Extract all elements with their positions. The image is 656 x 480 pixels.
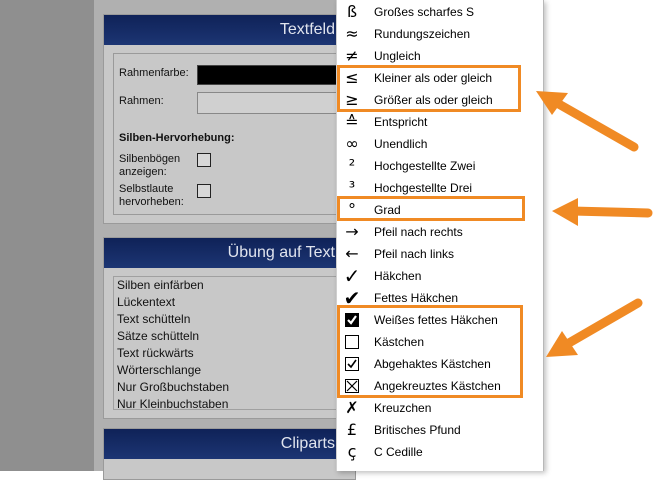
- menu-item-label: Hochgestellte Zwei: [374, 159, 476, 173]
- arrow-left-icon: ←: [345, 244, 359, 263]
- menu-item-label: Ungleich: [374, 49, 421, 63]
- not-equal-icon: ≠: [345, 46, 359, 65]
- infinity-icon: ∞: [345, 134, 359, 153]
- menu-item-entspricht[interactable]: ≙ Entspricht: [337, 111, 543, 133]
- arrow-icon-comparison: [536, 91, 639, 152]
- list-item[interactable]: Text schütteln: [114, 311, 356, 328]
- superscript-two-icon: ²: [348, 156, 356, 175]
- selbstlaute-label-line1: Selbstlaute: [119, 183, 174, 195]
- list-item[interactable]: Text rückwärts: [114, 345, 356, 362]
- list-item[interactable]: Wörterschlange: [114, 362, 356, 379]
- menu-item-label: Kreuzchen: [374, 401, 432, 415]
- selbstlaute-label-line2: hervorheben:: [119, 196, 184, 208]
- rahmenfarbe-label: Rahmenfarbe:: [119, 67, 189, 79]
- menu-item-label: Britisches Pfund: [374, 423, 461, 437]
- cliparts-panel-title: Cliparts: [104, 429, 355, 459]
- menu-item-label: Pfeil nach links: [374, 247, 455, 261]
- arrow-icon-checkboxes: [546, 298, 643, 357]
- list-item[interactable]: Sätze schütteln: [114, 328, 356, 345]
- menu-item-pfeil-nach-links[interactable]: ← Pfeil nach links: [337, 243, 543, 265]
- highlight-box-comparison: [337, 65, 521, 112]
- menu-item-britisches-pfund[interactable]: £ Britisches Pfund: [337, 419, 543, 441]
- arrow-right-icon: →: [345, 222, 359, 241]
- list-item[interactable]: Nur Kleinbuchstaben: [114, 396, 356, 409]
- silbenboegen-label-line2: anzeigen:: [119, 166, 167, 178]
- menu-item-label: Großes scharfes S: [374, 5, 475, 19]
- menu-item-label: Pfeil nach rechts: [374, 225, 463, 239]
- menu-item-kreuzchen[interactable]: ✗ Kreuzchen: [337, 397, 543, 419]
- menu-item-label: Unendlich: [374, 137, 428, 151]
- approx-icon: ≈: [345, 24, 359, 43]
- menu-item-hochgestellte-zwei[interactable]: ² Hochgestellte Zwei: [337, 155, 543, 177]
- textfeld-panel-title: Textfeld: [104, 15, 355, 45]
- sharp-s-icon: ß: [346, 2, 358, 21]
- menu-item-rundungszeichen[interactable]: ≈ Rundungszeichen: [337, 23, 543, 45]
- menu-item-label: Rundungszeichen: [374, 27, 471, 41]
- menu-item-label: Häkchen: [374, 269, 422, 283]
- rahmen-field[interactable]: [197, 92, 359, 114]
- menu-item-label: Entspricht: [374, 115, 428, 129]
- highlight-box-checkboxes: [337, 305, 523, 398]
- textfeld-panel: Textfeld Rahmenfarbe: Rahmen: Silben-Her…: [103, 14, 359, 224]
- uebung-list[interactable]: Silben einfärben Lückentext Text schütte…: [113, 276, 357, 410]
- uebung-panel-title: Übung auf Text: [104, 238, 355, 268]
- silbenboegen-checkbox[interactable]: [197, 153, 211, 167]
- menu-item-c-cedille[interactable]: ç C Cedille: [337, 441, 543, 463]
- rahmen-label: Rahmen:: [119, 95, 164, 107]
- silben-heading: Silben-Hervorhebung:: [119, 132, 235, 144]
- pound-icon: £: [346, 420, 358, 439]
- list-item[interactable]: Nur Großbuchstaben: [114, 379, 356, 396]
- list-item[interactable]: Lückentext: [114, 294, 356, 311]
- uebung-panel: Übung auf Text Silben einfärben Lückente…: [103, 237, 357, 419]
- c-cedilla-icon: ç: [347, 442, 357, 461]
- ballot-x-icon: ✗: [345, 398, 359, 417]
- menu-item-haekchen[interactable]: ✓ Häkchen: [337, 265, 543, 287]
- rahmenfarbe-color-field[interactable]: [197, 65, 359, 85]
- left-dimmed-area: [0, 0, 104, 471]
- arrow-icon-degree: [552, 198, 653, 226]
- menu-item-grosses-scharfes-s[interactable]: ß Großes scharfes S: [337, 1, 543, 23]
- selbstlaute-checkbox[interactable]: [197, 184, 211, 198]
- checkmark-icon: ✓: [343, 264, 361, 288]
- list-item[interactable]: Silben einfärben: [114, 277, 356, 294]
- menu-item-ungleich[interactable]: ≠ Ungleich: [337, 45, 543, 67]
- menu-item-pfeil-nach-rechts[interactable]: → Pfeil nach rechts: [337, 221, 543, 243]
- cliparts-panel: Cliparts: [103, 428, 356, 480]
- corresponds-icon: ≙: [345, 112, 359, 131]
- menu-item-label: C Cedille: [374, 445, 423, 459]
- highlight-box-degree: [337, 196, 525, 221]
- menu-item-unendlich[interactable]: ∞ Unendlich: [337, 133, 543, 155]
- silbenboegen-label-line1: Silbenbögen: [119, 153, 181, 165]
